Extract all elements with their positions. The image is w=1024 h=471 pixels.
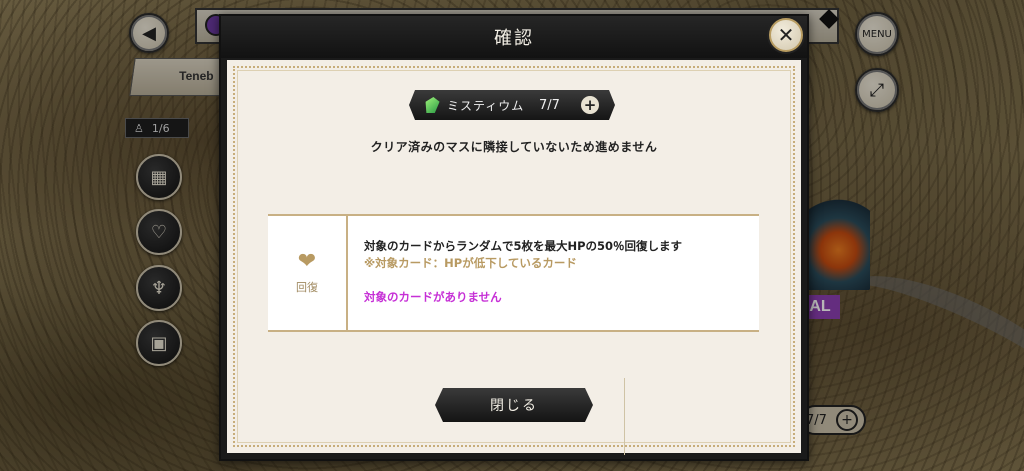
warning-message: クリア済みのマスに隣接していないため進めません bbox=[370, 140, 658, 154]
effect-name: 回復 bbox=[296, 281, 318, 294]
close-icon: ✕ bbox=[777, 23, 795, 47]
dialog-header: 確認 bbox=[221, 16, 807, 58]
add-currency-button[interactable]: + bbox=[581, 96, 599, 114]
dialog-close-button[interactable]: ✕ bbox=[769, 18, 803, 52]
effect-icon-column: ❤ 回復 bbox=[268, 216, 348, 330]
close-button[interactable]: 閉じる bbox=[435, 388, 593, 422]
dialog-title: 確認 bbox=[494, 28, 534, 49]
crystal-icon bbox=[424, 97, 441, 113]
dialog-body: ミスティウム 7/7 + クリア済みのマスに隣接していないため進めません ❤ 回… bbox=[227, 60, 801, 455]
effect-status: 対象のカードがありません bbox=[364, 290, 502, 304]
currency-name: ミスティウム bbox=[447, 98, 525, 113]
divider bbox=[624, 378, 625, 455]
effect-panel: ❤ 回復 対象のカードからランダムで5枚を最大HPの50％回復します ※対象カー… bbox=[268, 214, 759, 332]
effect-text: 対象のカードからランダムで5枚を最大HPの50％回復します ※対象カード：HPが… bbox=[364, 238, 682, 306]
effect-note: ※対象カード：HPが低下しているカード bbox=[364, 256, 577, 270]
currency-value: 7/7 bbox=[539, 97, 560, 113]
heart-icon: ❤ bbox=[297, 249, 317, 274]
close-button-label: 閉じる bbox=[490, 398, 538, 414]
currency-display: ミスティウム 7/7 + bbox=[409, 90, 615, 120]
confirm-dialog: 確認 ✕ ミスティウム 7/7 + クリア済みのマスに隣接していないため進めませ… bbox=[219, 14, 809, 461]
effect-description: 対象のカードからランダムで5枚を最大HPの50％回復します bbox=[364, 239, 683, 253]
